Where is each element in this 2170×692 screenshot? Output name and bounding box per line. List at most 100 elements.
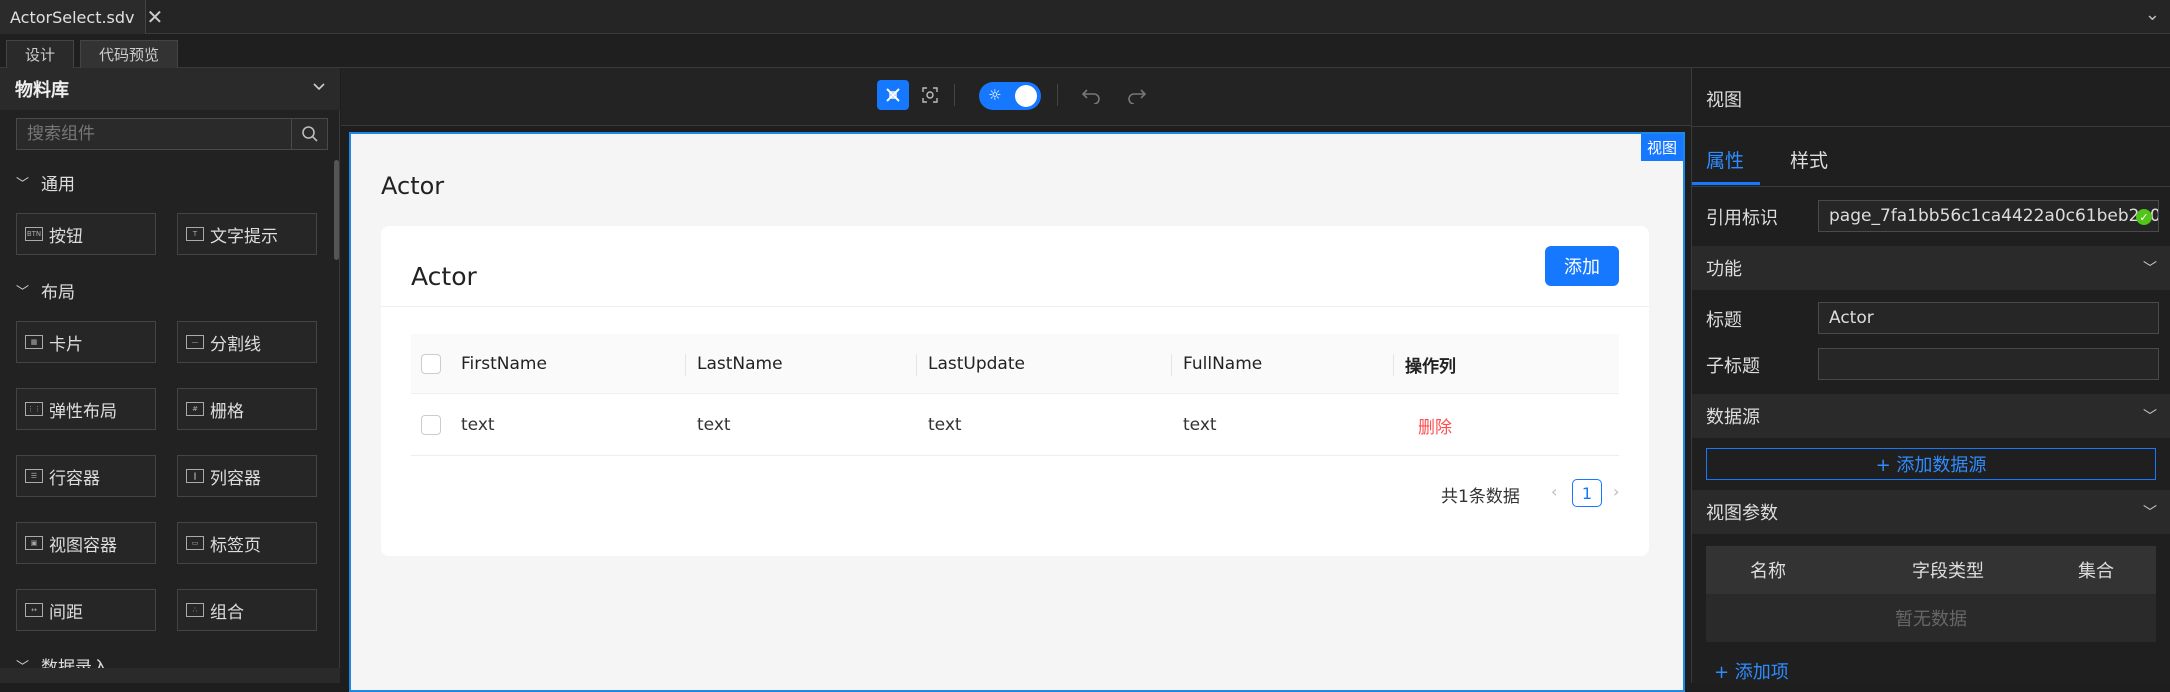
sun-icon: ☼ [988,86,1002,104]
chevron-down-icon: ﹀ [2143,409,2157,425]
space-icon: ↔ [25,603,43,617]
group-layout[interactable]: ﹀ 布局 [16,278,75,303]
component-library-panel: 物料库 ﹀ 通用 BTN 按钮 T 文字提示 ﹀ 布局 ▦ 卡片 — 分割线 ⋮… [0,68,340,683]
component-card[interactable]: ▦ 卡片 [16,321,156,363]
page-title: Actor [381,172,445,200]
column-header-lastname[interactable]: LastName [685,334,783,394]
add-item-link[interactable]: + 添加项 [1714,658,1789,684]
title-value: Actor [1829,308,1874,328]
component-grid[interactable]: # 栅格 [177,388,317,430]
chevron-down-icon: ﹀ [2143,261,2157,277]
column-header-actions: 操作列 [1393,334,1456,394]
row-checkbox[interactable] [421,394,441,456]
component-column-container[interactable]: ‖ 列容器 [177,455,317,497]
component-space[interactable]: ↔ 间距 [16,589,156,631]
theme-toggle[interactable]: ☼ [979,82,1041,110]
check-icon: ✓ [2136,209,2152,225]
close-icon[interactable]: ✕ [147,5,164,29]
chevron-down-icon[interactable]: ⌄ [2145,4,2160,25]
section-view-params[interactable]: 视图参数 ﹀ [1692,490,2170,534]
card-divider [381,306,1649,307]
page-number-button[interactable]: 1 [1572,479,1602,507]
delete-link[interactable]: 删除 [1418,394,1452,456]
view-tag: 视图 [1640,134,1683,161]
component-button[interactable]: BTN 按钮 [16,213,156,255]
column-header-firstname[interactable]: FirstName [461,334,547,394]
component-label: 卡片 [49,334,83,355]
page-canvas[interactable]: 视图 Actor Actor 添加 FirstName LastName Las… [349,132,1685,692]
component-tooltip[interactable]: T 文字提示 [177,213,317,255]
tab-styles[interactable]: 样式 [1790,146,1828,173]
preview-icon[interactable] [914,80,946,110]
card-icon: ▦ [25,335,43,349]
params-table: 名称 字段类型 集合 暂无数据 [1706,546,2156,642]
library-title: 物料库 [15,80,69,101]
add-button[interactable]: 添加 [1545,246,1619,286]
tabs-icon: ▭ [186,536,204,550]
table-cell: text [697,415,731,435]
chevron-right-icon[interactable]: › [1613,482,1619,501]
component-label: 间距 [49,602,83,623]
component-flex-layout[interactable]: ⋮⋮ 弹性布局 [16,388,156,430]
group-general[interactable]: ﹀ 通用 [16,170,75,195]
ref-id-value: page_7fa1bb56c1ca4422a0c61beb2a0 [1829,206,2159,226]
table-cell: text [928,415,962,435]
group-label: 布局 [41,283,76,303]
component-group[interactable]: ∴ 组合 [177,589,317,631]
add-datasource-button[interactable]: + 添加数据源 [1706,448,2156,480]
table-cell: text [1183,415,1217,435]
section-label: 功能 [1706,259,1742,280]
chevron-down-icon[interactable] [311,78,327,98]
property-inspector: 视图 属性 样式 引用标识 page_7fa1bb56c1ca4422a0c61… [1691,68,2170,683]
toggle-knob [1015,85,1037,107]
component-label: 弹性布局 [49,401,117,422]
table-row[interactable]: text text text text 删除 [411,394,1619,456]
design-mode-icon[interactable] [877,80,909,110]
file-tab-label: ActorSelect.sdv [10,7,135,27]
grid-icon: # [186,402,204,416]
search-icon[interactable] [291,119,327,149]
file-tab[interactable]: ActorSelect.sdv ✕ [0,0,163,34]
ref-id-field[interactable]: page_7fa1bb56c1ca4422a0c61beb2a0 ✓ [1818,200,2159,232]
tab-code-preview[interactable]: 代码预览 [80,40,179,68]
card-title: Actor [411,262,477,291]
chevron-down-icon: ﹀ [16,177,30,192]
title-field[interactable]: Actor [1818,302,2159,334]
divider-icon: — [186,335,204,349]
toolbar-divider [954,84,955,106]
params-table-header: 名称 字段类型 集合 [1706,546,2156,594]
pagination: 共1条数据 ‹ 1 › [411,476,1619,512]
redo-icon[interactable] [1121,80,1153,110]
group-icon: ∴ [186,603,204,617]
component-tabs[interactable]: ▭ 标签页 [177,522,317,564]
section-datasource[interactable]: 数据源 ﹀ [1692,394,2170,438]
inspector-header: 视图 [1706,90,1742,111]
select-all-checkbox[interactable] [421,334,441,394]
component-label: 组合 [210,602,244,623]
subtitle-field[interactable] [1818,348,2159,380]
component-divider[interactable]: — 分割线 [177,321,317,363]
section-label: 数据源 [1706,407,1760,428]
chevron-left-icon[interactable]: ‹ [1551,482,1557,501]
scrollbar-thumb[interactable] [334,160,339,260]
toolbar-divider [1057,84,1058,106]
column-header-fullname[interactable]: FullName [1170,334,1262,394]
section-label: 视图参数 [1706,503,1778,524]
tab-design[interactable]: 设计 [6,40,75,68]
library-header[interactable]: 物料库 [0,68,340,110]
search-input[interactable] [17,124,287,144]
ref-label: 引用标识 [1706,208,1778,229]
column-header-field-type: 字段类型 [1912,561,1984,582]
table-header: FirstName LastName LastUpdate FullName 操… [411,334,1619,394]
tab-properties[interactable]: 属性 [1706,146,1744,173]
column-header-lastupdate[interactable]: LastUpdate [916,334,1025,394]
component-label: 按钮 [49,226,83,247]
column-header-name: 名称 [1750,561,1786,582]
column-header-collection: 集合 [2078,561,2114,582]
section-function[interactable]: 功能 ﹀ [1692,246,2170,290]
component-row-container[interactable]: ☰ 行容器 [16,455,156,497]
undo-icon[interactable] [1075,80,1107,110]
component-view-container[interactable]: ▣ 视图容器 [16,522,156,564]
canvas-toolbar: ☼ [341,68,1691,126]
table-card[interactable]: Actor 添加 FirstName LastName LastUpdate F… [381,226,1649,556]
